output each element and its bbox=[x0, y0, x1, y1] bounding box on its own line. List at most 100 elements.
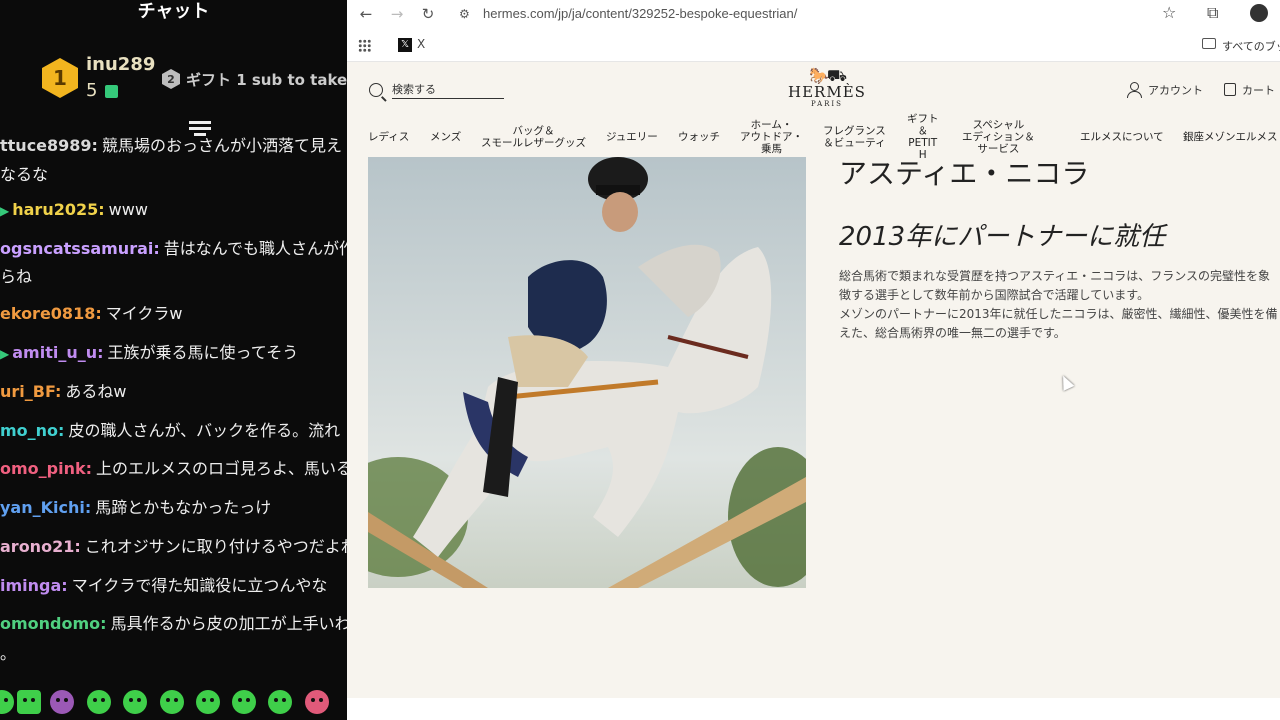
chat-username[interactable]: mo_no: bbox=[0, 421, 64, 440]
emote-icon[interactable] bbox=[87, 690, 111, 714]
emote-icon[interactable] bbox=[232, 690, 256, 714]
chat-message: ttuce8989: 競馬場のおっさんが小洒落て見え bbox=[0, 134, 342, 158]
leader-username[interactable]: inu289 bbox=[86, 54, 155, 75]
back-button[interactable]: ← bbox=[355, 4, 377, 24]
rider-horse-photo bbox=[368, 157, 806, 588]
logo-wordmark: HERMÈS bbox=[788, 83, 866, 101]
account-link[interactable]: アカウント bbox=[1148, 82, 1203, 98]
bookmarks-bar: 𝕏 X すべてのブックマ bbox=[347, 28, 1280, 62]
emote-icon[interactable] bbox=[123, 690, 147, 714]
nav-watches[interactable]: ウォッチ bbox=[678, 131, 720, 143]
profile-avatar[interactable] bbox=[1250, 4, 1268, 22]
chat-message: arono21: これオジサンに取り付けるやつだよね bbox=[0, 535, 347, 559]
chat-text: 馬蹄とかもなかったっけ bbox=[95, 498, 272, 517]
chat-text: www bbox=[108, 200, 148, 219]
emote-icon[interactable] bbox=[50, 690, 74, 714]
site-info-icon[interactable]: ⚙ bbox=[459, 7, 473, 21]
nav-fragrance[interactable]: フレグランス ＆ビューティ bbox=[823, 125, 886, 149]
reply-arrow-icon: ▶ bbox=[0, 204, 10, 218]
bookmark-x[interactable]: X bbox=[417, 37, 425, 51]
x-logo-icon[interactable]: 𝕏 bbox=[398, 38, 412, 52]
carriage-logo-icon: 🐎⛟ bbox=[808, 66, 847, 85]
mouse-cursor-icon bbox=[1057, 373, 1075, 391]
chat-text: あるねw bbox=[65, 382, 127, 401]
nav-jewelry[interactable]: ジュエリー bbox=[606, 131, 658, 143]
chat-message: iminga: マイクラで得た知識役に立つんやな bbox=[0, 574, 327, 598]
bookmark-star-icon[interactable]: ☆ bbox=[1162, 3, 1176, 22]
chat-username[interactable]: arono21: bbox=[0, 537, 81, 556]
reload-button[interactable]: ↻ bbox=[417, 4, 439, 24]
chat-panel: チャット 1 inu289 5 2 ギフト 1 sub to take 2! t… bbox=[0, 0, 347, 720]
chat-message: yan_Kichi: 馬蹄とかもなかったっけ bbox=[0, 496, 271, 520]
folder-icon[interactable] bbox=[1202, 38, 1216, 49]
browser-toolbar: ← → ↻ ⚙ hermes.com/jp/ja/content/329252-… bbox=[347, 0, 1280, 28]
chat-username[interactable]: iminga: bbox=[0, 576, 68, 595]
chat-username[interactable]: haru2025: bbox=[12, 200, 104, 219]
chat-message: omondomo: 馬具作るから皮の加工が上手いわ bbox=[0, 612, 347, 636]
chat-title: チャット bbox=[137, 1, 210, 22]
page-subtitle: 2013年にパートナーに就任 bbox=[839, 222, 1166, 252]
emote-icon[interactable] bbox=[268, 690, 292, 714]
chat-message: ekore0818: マイクラw bbox=[0, 302, 183, 326]
address-bar[interactable]: ⚙ hermes.com/jp/ja/content/329252-bespok… bbox=[451, 2, 1186, 26]
chat-text: 上のエルメスのロゴ見ろよ、馬いる bbox=[96, 459, 347, 478]
nav-ladies[interactable]: レディス bbox=[368, 131, 409, 143]
leader-gift-count: 5 bbox=[86, 80, 98, 101]
chat-username[interactable]: ogsncatssamurai: bbox=[0, 239, 160, 258]
chat-text: これオジサンに取り付けるやつだよね bbox=[84, 537, 347, 556]
account-icon[interactable] bbox=[1127, 82, 1142, 98]
url-text[interactable]: hermes.com/jp/ja/content/329252-bespoke-… bbox=[483, 6, 797, 21]
chat-text-continued: なるな bbox=[0, 165, 49, 184]
nav-ginza[interactable]: 銀座メゾンエルメス bbox=[1183, 131, 1278, 143]
rank-2-badge-icon: 2 bbox=[162, 69, 180, 89]
chat-message: ogsncatssamurai: 昔はなんでも職人さんが作 bbox=[0, 237, 347, 261]
browser-window: ← → ↻ ⚙ hermes.com/jp/ja/content/329252-… bbox=[347, 0, 1280, 720]
gift-icon bbox=[105, 85, 118, 98]
apps-grid-icon[interactable] bbox=[358, 39, 371, 52]
logo-subtitle: PARIS bbox=[811, 100, 843, 108]
chat-username[interactable]: omo_pink: bbox=[0, 459, 92, 478]
extensions-icon[interactable]: ⧉ bbox=[1207, 3, 1218, 23]
hermes-page: 🐎⛟ HERMÈS PARIS アカウント カート レディス メンズ バッグ＆ … bbox=[347, 62, 1280, 720]
chat-message: uri_BF: あるねw bbox=[0, 380, 127, 404]
chat-username[interactable]: yan_Kichi: bbox=[0, 498, 91, 517]
chat-text: 皮の職人さんが、バックを作る。流れ bbox=[68, 421, 341, 440]
chat-username[interactable]: uri_BF: bbox=[0, 382, 61, 401]
page-bottom bbox=[347, 698, 1280, 720]
chat-text: 昔はなんでも職人さんが作 bbox=[163, 239, 347, 258]
chat-text-continued: らね bbox=[0, 267, 33, 286]
chat-text: マイクラで得た知識役に立つんやな bbox=[71, 576, 328, 595]
search-icon[interactable] bbox=[369, 83, 383, 97]
emote-icon[interactable] bbox=[305, 690, 329, 714]
chat-text: 馬具作るから皮の加工が上手いわ bbox=[110, 614, 347, 633]
chat-username[interactable]: omondomo: bbox=[0, 614, 107, 633]
emote-icon[interactable] bbox=[196, 690, 220, 714]
forward-button[interactable]: → bbox=[386, 4, 408, 24]
search-input[interactable] bbox=[392, 81, 504, 99]
emote-bar bbox=[0, 686, 347, 720]
nav-bags[interactable]: バッグ＆ スモールレザーグッズ bbox=[481, 125, 586, 149]
body-paragraph-2: メゾンのパートナーに2013年に就任したニコラは、厳密性、繊細性、優美性を備えた… bbox=[839, 307, 1278, 340]
nav-about[interactable]: エルメスについて bbox=[1080, 131, 1164, 143]
leader-gift-text: ギフト 1 sub to take 2! bbox=[186, 71, 347, 89]
cart-icon[interactable] bbox=[1224, 83, 1236, 96]
chat-username[interactable]: ekore0818: bbox=[0, 304, 102, 323]
chat-text: 競馬場のおっさんが小洒落て見え bbox=[101, 136, 342, 155]
page-title: アスティエ・ニコラ bbox=[839, 157, 1090, 190]
cart-link[interactable]: カート bbox=[1242, 82, 1275, 98]
emote-icon[interactable] bbox=[17, 690, 41, 714]
chat-message: mo_no: 皮の職人さんが、バックを作る。流れ bbox=[0, 419, 340, 443]
chat-username[interactable]: ttuce8989: bbox=[0, 136, 98, 155]
chat-text-continued: 。 bbox=[0, 644, 17, 663]
nav-mens[interactable]: メンズ bbox=[430, 131, 461, 143]
chat-username[interactable]: amiti_u_u: bbox=[12, 343, 103, 362]
nav-special-edition[interactable]: スペシャル エディション＆ サービス bbox=[962, 119, 1035, 155]
hermes-logo[interactable]: 🐎⛟ HERMÈS PARIS bbox=[767, 68, 887, 109]
chat-message: omo_pink: 上のエルメスのロゴ見ろよ、馬いる bbox=[0, 457, 347, 481]
chat-message: ▶ amiti_u_u: 王族が乗る馬に使ってそう bbox=[0, 341, 298, 366]
gift-leaderboard[interactable]: 1 inu289 5 2 ギフト 1 sub to take 2! bbox=[0, 48, 347, 116]
emote-icon[interactable] bbox=[0, 690, 14, 714]
emote-icon[interactable] bbox=[160, 690, 184, 714]
nav-home-outdoor[interactable]: ホーム・ アウトドア・ 乗馬 bbox=[740, 119, 803, 155]
all-bookmarks-link[interactable]: すべてのブックマ bbox=[1222, 38, 1280, 54]
